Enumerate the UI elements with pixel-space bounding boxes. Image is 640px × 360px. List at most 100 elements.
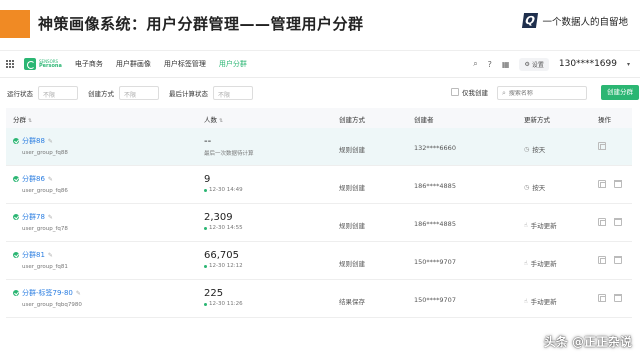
count-cell: -- 最后一次数据待计算 <box>204 136 254 157</box>
create-method: 规则创建 <box>339 260 365 268</box>
copy-icon[interactable] <box>598 294 606 302</box>
slide-header: 神策画像系统：用户分群管理——管理用户分群 Q 一个数据人的自留地 <box>0 0 640 46</box>
status-dot-icon <box>204 264 207 268</box>
last-calc-label: 最后计算状态 <box>169 90 208 98</box>
logo-text: SENSORS Persona <box>39 59 62 69</box>
edit-icon[interactable]: ✎ <box>48 176 53 183</box>
update-method: 手动更新 <box>530 298 557 306</box>
copy-icon[interactable] <box>598 142 606 150</box>
segment-name-link[interactable]: 分群-标签79-80 <box>22 288 73 298</box>
create-method: 规则创建 <box>339 146 365 154</box>
count-cell: 225 12-30 11:26 <box>204 288 243 307</box>
only-mine-label: 仅我创建 <box>462 89 488 97</box>
header-update: 更新方式 <box>524 116 550 124</box>
user-account[interactable]: 130****1699 <box>559 59 617 69</box>
segment-name-link[interactable]: 分群88 <box>22 136 45 146</box>
search-input[interactable] <box>508 89 579 97</box>
copy-icon[interactable] <box>598 218 606 226</box>
delete-icon[interactable] <box>614 256 622 264</box>
segment-name-link[interactable]: 分群81 <box>22 250 45 260</box>
count-time: 12-30 14:49 <box>209 187 243 193</box>
brand-text: 一个数据人的自留地 <box>542 16 628 28</box>
update-method: 按天 <box>532 184 546 192</box>
app-grid-icon[interactable] <box>6 60 14 68</box>
create-segment-button[interactable]: 创建分群 <box>601 85 639 100</box>
nav-tag-management[interactable]: 用户标签管理 <box>164 59 206 69</box>
creator: 132****6660 <box>414 144 456 152</box>
hand-icon: ☝ <box>524 221 528 229</box>
creator: 150****9707 <box>414 258 456 266</box>
delete-icon[interactable] <box>614 294 622 302</box>
segment-code: user_group_fq81 <box>22 264 68 270</box>
segment-cell: 分群-标签79-80 ✎ user_group_fqbq7980 <box>13 288 82 308</box>
only-mine-filter[interactable]: 仅我创建 <box>451 87 488 97</box>
copy-icon[interactable] <box>598 180 606 188</box>
clock-icon: ◷ <box>524 145 530 153</box>
help-icon[interactable]: ? <box>488 60 492 69</box>
nav-ecommerce[interactable]: 电子商务 <box>75 59 103 69</box>
app-logo[interactable]: SENSORS Persona <box>24 58 62 70</box>
segment-cell: 分群78 ✎ user_group_fq78 <box>13 212 68 232</box>
count-time: 12-30 12:12 <box>209 263 243 269</box>
segment-name-link[interactable]: 分群86 <box>22 174 45 184</box>
table-row[interactable]: 分群88 ✎ user_group_fq88 -- 最后一次数据待计算 规则创建 … <box>6 128 632 166</box>
count-status: 最后一次数据待计算 <box>204 151 254 157</box>
update-method: 手动更新 <box>530 222 557 230</box>
segment-cell: 分群88 ✎ user_group_fq88 <box>13 136 68 156</box>
logo-text-bottom: Persona <box>39 63 62 69</box>
search-box[interactable]: ⌕ <box>497 86 587 100</box>
edit-icon[interactable]: ✎ <box>48 214 53 221</box>
sort-icon: ⇅ <box>219 118 224 124</box>
edit-icon[interactable]: ✎ <box>48 138 53 145</box>
segment-table: 分群 ⇅ 人数 ⇅ 创建方式 创建者 更新方式 操作 分群88 ✎ user_grou… <box>6 108 632 318</box>
sort-icon: ⇅ <box>28 118 33 124</box>
segment-cell: 分群86 ✎ user_group_fq86 <box>13 174 68 194</box>
count-cell: 9 12-30 14:49 <box>204 174 243 193</box>
segment-code: user_group_fq78 <box>22 226 68 232</box>
create-method-label: 创建方式 <box>88 90 114 98</box>
chevron-down-icon[interactable]: ▾ <box>627 61 630 68</box>
edit-icon[interactable]: ✎ <box>76 290 81 297</box>
count-time: 12-30 14:55 <box>209 225 243 231</box>
search-icon[interactable]: ⌕ <box>473 59 477 69</box>
delete-icon[interactable] <box>614 218 622 226</box>
table-header: 分群 ⇅ 人数 ⇅ 创建方式 创建者 更新方式 操作 <box>6 108 632 128</box>
count-cell: 2,309 12-30 14:55 <box>204 212 243 231</box>
grid-menu-icon[interactable]: ▦ <box>502 60 510 69</box>
run-status-label: 运行状态 <box>7 90 33 98</box>
update-method: 按天 <box>532 146 546 154</box>
create-method: 结果保存 <box>339 298 365 306</box>
table-row[interactable]: 分群-标签79-80 ✎ user_group_fqbq7980 225 12-3… <box>6 280 632 318</box>
segment-code: user_group_fqbq7980 <box>22 302 82 308</box>
edit-icon[interactable]: ✎ <box>48 252 53 259</box>
table-row[interactable]: 分群86 ✎ user_group_fq86 9 12-30 14:49 规则创建… <box>6 166 632 204</box>
user-count: -- <box>204 136 212 147</box>
search-icon: ⌕ <box>502 88 506 97</box>
user-count: 225 <box>204 288 224 299</box>
nav-user-segments[interactable]: 用户分群 <box>219 59 247 69</box>
segment-name-link[interactable]: 分群78 <box>22 212 45 222</box>
only-mine-checkbox[interactable] <box>451 88 459 96</box>
status-ok-icon <box>13 138 19 144</box>
create-method: 规则创建 <box>339 184 365 192</box>
last-calc-select[interactable]: 不限 <box>213 86 253 100</box>
status-dot-icon <box>204 302 207 306</box>
count-time: 12-30 11:26 <box>209 301 243 307</box>
table-row[interactable]: 分群78 ✎ user_group_fq78 2,309 12-30 14:55 … <box>6 204 632 242</box>
header-ops: 操作 <box>598 116 611 124</box>
nav-group-portrait[interactable]: 用户群画像 <box>116 59 151 69</box>
header-segment[interactable]: 分群 ⇅ <box>13 114 32 124</box>
status-dot-icon <box>204 188 207 192</box>
hand-icon: ☝ <box>524 259 528 267</box>
header-count[interactable]: 人数 ⇅ <box>204 114 223 124</box>
delete-icon[interactable] <box>614 180 622 188</box>
create-method-select[interactable]: 不限 <box>119 86 159 100</box>
table-row[interactable]: 分群81 ✎ user_group_fq81 66,705 12-30 12:12… <box>6 242 632 280</box>
creator: 186****4885 <box>414 220 456 228</box>
watermark: 头条 @正正杂说 <box>543 335 632 349</box>
status-ok-icon <box>13 252 19 258</box>
run-status-select[interactable]: 不限 <box>38 86 78 100</box>
copy-icon[interactable] <box>598 256 606 264</box>
settings-button[interactable]: ⚙ 设置 <box>519 57 549 71</box>
user-count: 2,309 <box>204 212 233 223</box>
